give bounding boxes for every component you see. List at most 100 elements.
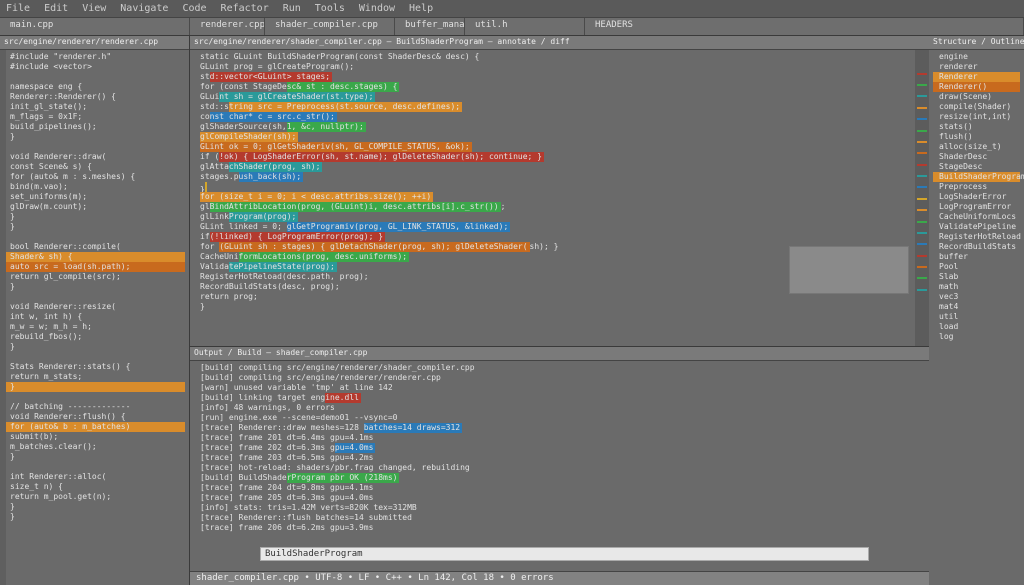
code-line <box>4 232 185 242</box>
menu-item[interactable]: View <box>82 3 106 14</box>
code-line <box>4 142 185 152</box>
editor-tab[interactable]: buffer_manager.h <box>395 18 465 35</box>
editor-tab[interactable]: shader_compiler.cpp <box>265 18 395 35</box>
code-line: LogShaderError <box>933 192 1020 202</box>
code-line: engine <box>933 52 1020 62</box>
code-line: glAttachShader(prog, sh); <box>194 162 925 172</box>
highlight-span: batches=14 draws=312 <box>364 423 462 433</box>
code-line: #include "renderer.h" <box>4 52 185 62</box>
editor-tab[interactable]: main.cpp <box>0 18 190 35</box>
code-line <box>4 352 185 362</box>
code-line <box>4 392 185 402</box>
code-line: compile(Shader) <box>933 102 1020 112</box>
menu-item[interactable]: Navigate <box>120 3 168 14</box>
minimap[interactable] <box>915 50 929 346</box>
code-line: RecordBuildStats <box>933 242 1020 252</box>
code-line: glLinkProgram(prog); <box>194 212 925 222</box>
code-line: buffer <box>933 252 1020 262</box>
code-line: resize(int,int) <box>933 112 1020 122</box>
menu-item[interactable]: Tools <box>315 3 345 14</box>
code-line: void Renderer::flush() { <box>4 412 185 422</box>
editor-tab[interactable]: util.h <box>465 18 585 35</box>
code-line: [trace] hot-reload: shaders/pbr.frag cha… <box>194 463 925 473</box>
code-line: [build] BuildShaderProgram pbr OK (218ms… <box>194 473 925 483</box>
code-line: [trace] frame 202 dt=6.3ms gpu=4.0ms <box>194 443 925 453</box>
highlight-span: formLocations(prog, desc.uniforms); <box>239 252 410 262</box>
highlight-span: Program(prog); <box>229 212 298 222</box>
menu-item[interactable]: Code <box>182 3 206 14</box>
code-line: return m_pool.get(n); <box>4 492 185 502</box>
code-line: GLuint sh = glCreateShader(st.type); <box>194 92 925 102</box>
highlight-span: glGetProgramiv(prog, GL_LINK_STATUS, &li… <box>287 222 511 232</box>
code-line: } <box>4 132 185 142</box>
code-line: glBindAttribLocation(prog, (GLuint)i, de… <box>194 202 925 212</box>
code-line: for (size_t i = 0; i < desc.attribs.size… <box>194 192 925 202</box>
left-gutter[interactable] <box>0 50 6 585</box>
menu-item[interactable]: Window <box>359 3 395 14</box>
highlight-span: sc& st : desc.stages) { <box>287 82 400 92</box>
outline-tree[interactable]: engine renderer Renderer Renderer() draw… <box>929 50 1024 344</box>
highlight-span: tring src = Preprocess(st.source, desc.d… <box>229 102 462 112</box>
code-line: auto src = load(sh.path); <box>4 262 185 272</box>
minimap-mark <box>917 73 927 75</box>
code-line: Shader& sh) { <box>4 252 185 262</box>
code-line: m_w = w; m_h = h; <box>4 322 185 332</box>
code-line: } <box>4 502 185 512</box>
code-line: } <box>4 452 185 462</box>
code-line: return gl_compile(src); <box>4 272 185 282</box>
code-line: if (!ok) { LogShaderError(sh, st.name); … <box>194 152 925 162</box>
code-line: const char* c = src.c_str(); <box>194 112 925 122</box>
highlight-span: (GLuint sh : stages) { glDetachShader(pr… <box>219 242 529 252</box>
code-line: init_gl_state(); <box>4 102 185 112</box>
menu-item[interactable]: Run <box>283 3 301 14</box>
code-line: StageDesc <box>933 162 1020 172</box>
code-line: [build] compiling src/engine/renderer/re… <box>194 373 925 383</box>
menu-item[interactable]: File <box>6 3 30 14</box>
code-line: rebuild_fbos(); <box>4 332 185 342</box>
code-line: submit(b); <box>4 432 185 442</box>
code-line: for (const StageDesc& st : desc.stages) … <box>194 82 925 92</box>
floating-preview-box[interactable] <box>789 246 909 294</box>
left-code-area[interactable]: #include "renderer.h"#include <vector>na… <box>0 50 189 534</box>
menu-item[interactable]: Refactor <box>221 3 269 14</box>
output-log-area[interactable]: [build] compiling src/engine/renderer/sh… <box>190 361 929 555</box>
code-line: [run] engine.exe --scene=demo01 --vsync=… <box>194 413 925 423</box>
code-line: log <box>933 332 1020 342</box>
menu-item[interactable]: Help <box>409 3 433 14</box>
minimap-mark <box>917 107 927 109</box>
code-line: } <box>4 342 185 352</box>
code-line: Preprocess <box>933 182 1020 192</box>
code-line: [warn] unused variable 'tmp' at line 142 <box>194 383 925 393</box>
highlight-span: chShader(prog, sh); <box>229 162 323 172</box>
code-line: void Renderer::resize( <box>4 302 185 312</box>
code-line: m_flags = 0x1F; <box>4 112 185 122</box>
highlight-span: GLint ok = 0; glGetShaderiv(sh, GL_COMPI… <box>200 142 472 152</box>
code-line: math <box>933 282 1020 292</box>
code-line: CacheUniformLocs <box>933 212 1020 222</box>
highlight-span: BindAttribLocation(prog, (GLuint)i, desc… <box>210 202 501 212</box>
highlight-span: d::vector<GLuint> stages; <box>210 72 332 82</box>
code-line: m_batches.clear(); <box>4 442 185 452</box>
code-line: draw(Scene) <box>933 92 1020 102</box>
code-line: for (auto& m : s.meshes) { <box>4 172 185 182</box>
code-line: int w, int h) { <box>4 312 185 322</box>
minimap-mark <box>917 232 927 234</box>
minimap-mark <box>917 95 927 97</box>
menu-item[interactable]: Edit <box>44 3 68 14</box>
center-bottom-header: Output / Build — shader_compiler.cpp <box>190 347 929 361</box>
editor-tab[interactable]: HEADERS <box>585 18 1024 35</box>
code-line: if (!linked) { LogProgramError(prog); } <box>194 232 925 242</box>
code-line: } <box>194 182 925 192</box>
code-line: alloc(size_t) <box>933 142 1020 152</box>
highlight-span: nst char* c = src.c_str(); <box>210 112 337 122</box>
search-input[interactable]: BuildShaderProgram <box>260 547 869 561</box>
code-line: set_uniforms(m); <box>4 192 185 202</box>
code-line: vec3 <box>933 292 1020 302</box>
code-line: [info] stats: tris=1.42M verts=820K tex=… <box>194 503 925 513</box>
code-line: glCompileShader(sh); <box>194 132 925 142</box>
editor-tab[interactable]: renderer.cpp <box>190 18 265 35</box>
highlight-span: glCompileShader(sh); <box>200 132 298 142</box>
code-line <box>194 533 925 543</box>
minimap-mark <box>917 130 927 132</box>
code-line: LogProgramError <box>933 202 1020 212</box>
